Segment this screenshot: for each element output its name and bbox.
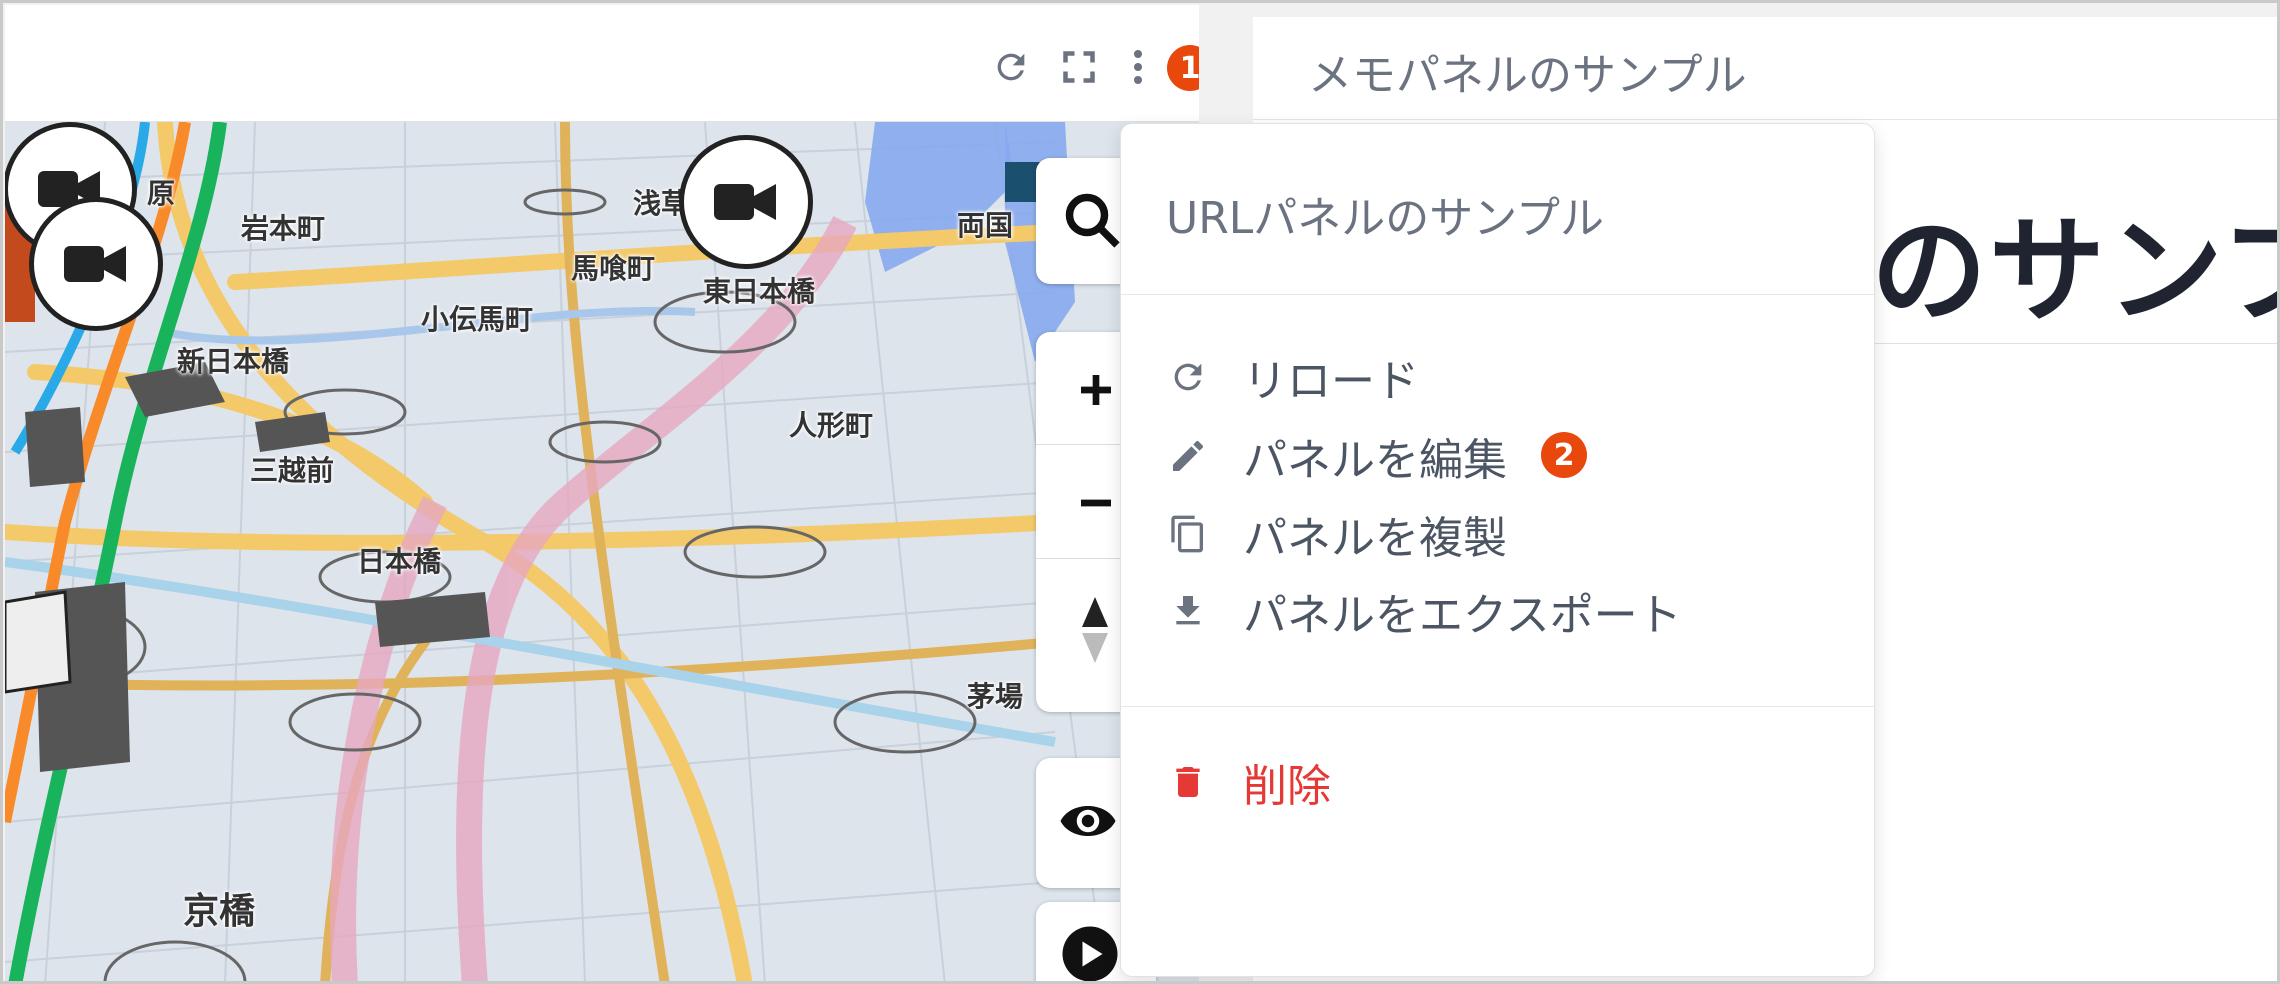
reload-icon[interactable] bbox=[989, 45, 1033, 89]
more-vertical-icon[interactable] bbox=[1123, 45, 1153, 89]
map-label-ningyocho: 人形町 bbox=[789, 409, 874, 442]
map-label-kodenmacho: 小伝馬町 bbox=[421, 303, 534, 336]
menu-item-label: パネルをエクスポート bbox=[1243, 590, 1682, 641]
menu-item-label: パネルを編集 bbox=[1243, 435, 1507, 486]
memo-panel-title: メモパネルのサンプル bbox=[1308, 50, 1747, 101]
map-label-higashi-nihonbashi: 東日本橋 bbox=[703, 275, 816, 308]
menu-divider bbox=[1121, 294, 1874, 295]
map-label-ryogoku: 両国 bbox=[957, 209, 1014, 242]
map-label-shin-nihonbashi: 新日本橋 bbox=[177, 345, 290, 378]
panel-context-menu: URLパネルのサンプル リロード パネルを編集 2 パネルを複製 パネルをエクス… bbox=[1120, 123, 1875, 977]
menu-title: URLパネルのサンプル bbox=[1166, 193, 1604, 244]
menu-item-export-panel[interactable]: パネルをエクスポート bbox=[1121, 561, 1874, 661]
map-view[interactable]: 岩本町 馬喰町 東日本橋 浅草 両国 小伝馬町 新日本橋 人形町 三越前 日本橋… bbox=[5, 122, 1199, 981]
memo-panel-header: メモパネルのサンプル bbox=[1253, 17, 2277, 120]
callout-badge-2: 2 bbox=[1541, 432, 1587, 478]
zoom-out-icon bbox=[1081, 499, 1111, 507]
menu-item-label: パネルを複製 bbox=[1243, 513, 1507, 564]
search-icon bbox=[1065, 193, 1120, 248]
memo-heading: のサンプ bbox=[1871, 204, 2277, 339]
app-frame: 1 岩本町 馬喰町 東日本橋 浅草 両国 小伝馬町 新日本橋 人形町 三越前 日… bbox=[0, 0, 2280, 984]
video-camera-icon bbox=[64, 246, 126, 282]
copy-icon bbox=[1166, 512, 1210, 556]
camera-marker[interactable] bbox=[29, 197, 163, 331]
zoom-in-icon bbox=[1081, 375, 1111, 405]
url-panel: 1 岩本町 馬喰町 東日本橋 浅草 両国 小伝馬町 新日本橋 人形町 三越前 日… bbox=[5, 5, 1199, 981]
map-label-partial: 原 bbox=[147, 177, 176, 210]
compass-icon bbox=[1082, 597, 1108, 663]
map-label-nihonbashi: 日本橋 bbox=[357, 545, 442, 578]
divider bbox=[1853, 343, 2277, 344]
menu-item-delete[interactable]: 削除 bbox=[1121, 732, 1874, 832]
menu-divider bbox=[1121, 706, 1874, 707]
map-label-mitsukoshimae: 三越前 bbox=[250, 454, 335, 487]
menu-item-label: 削除 bbox=[1243, 761, 1331, 812]
pencil-icon bbox=[1166, 434, 1210, 478]
menu-item-label: リロード bbox=[1243, 356, 1419, 407]
map-label-kyobashi: 京橋 bbox=[183, 891, 256, 932]
play-icon bbox=[1062, 926, 1118, 981]
video-camera-icon bbox=[714, 184, 776, 220]
reload-icon bbox=[1166, 355, 1210, 399]
download-icon bbox=[1166, 589, 1210, 633]
map-label-bakurocho: 馬喰町 bbox=[571, 252, 656, 285]
map-label-iwamotocho: 岩本町 bbox=[241, 212, 326, 245]
callout-badge-1: 1 bbox=[1167, 45, 1199, 91]
trash-icon bbox=[1166, 760, 1210, 804]
eye-icon bbox=[1060, 806, 1116, 836]
camera-marker[interactable] bbox=[679, 135, 813, 269]
map-label-kayaba: 茅場 bbox=[967, 680, 1024, 713]
fullscreen-icon[interactable] bbox=[1057, 45, 1101, 89]
url-panel-header: 1 bbox=[5, 5, 1199, 122]
